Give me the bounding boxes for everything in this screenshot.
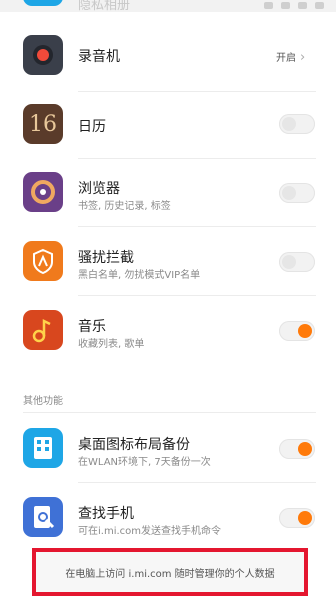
partial-app-label: 隐私相册 bbox=[78, 0, 131, 13]
toggle-knob bbox=[298, 511, 312, 525]
status-icon bbox=[264, 2, 273, 9]
browser-toggle[interactable] bbox=[279, 183, 315, 203]
status-icon bbox=[315, 2, 324, 9]
find-phone-toggle[interactable] bbox=[279, 508, 315, 528]
toggle-knob bbox=[282, 117, 296, 131]
find-phone-title: 查找手机 bbox=[78, 506, 134, 522]
footer-notice-text: 在电脑上访问 i.mi.com 随时管理你的个人数据 bbox=[65, 568, 275, 580]
footer-notice[interactable]: 在电脑上访问 i.mi.com 随时管理你的个人数据 bbox=[32, 548, 308, 596]
divider bbox=[78, 91, 316, 92]
partial-app-icon bbox=[23, 0, 63, 6]
recorder-open-label: 开启 bbox=[276, 53, 296, 64]
status-icon bbox=[298, 2, 307, 9]
toggle-knob bbox=[298, 324, 312, 338]
divider bbox=[78, 158, 316, 159]
list-item-blocker[interactable]: 骚扰拦截 黑白名单, 勿扰模式VIP名单 bbox=[0, 241, 336, 301]
shield-icon bbox=[23, 241, 63, 281]
divider bbox=[23, 412, 316, 413]
section-header-other-features: 其他功能 bbox=[23, 396, 63, 407]
desktop-backup-title: 桌面图标布局备份 bbox=[78, 437, 190, 453]
chevron-right-icon: › bbox=[300, 50, 306, 65]
list-item-desktop-backup[interactable]: 桌面图标布局备份 在WLAN环境下, 7天备份一次 bbox=[0, 428, 336, 488]
music-note-icon bbox=[23, 310, 63, 350]
find-phone-icon bbox=[23, 497, 63, 537]
calendar-title: 日历 bbox=[78, 119, 106, 135]
divider bbox=[78, 295, 316, 296]
desktop-backup-toggle[interactable] bbox=[279, 439, 315, 459]
blocker-title: 骚扰拦截 bbox=[78, 250, 134, 266]
calendar-toggle[interactable] bbox=[279, 114, 315, 134]
recorder-title: 录音机 bbox=[78, 49, 120, 65]
toggle-knob bbox=[282, 255, 296, 269]
list-item-music[interactable]: 音乐 收藏列表, 歌单 bbox=[0, 310, 336, 370]
music-title: 音乐 bbox=[78, 319, 106, 335]
list-item-browser[interactable]: 浏览器 书签, 历史记录, 标签 bbox=[0, 172, 336, 232]
browser-title: 浏览器 bbox=[78, 181, 120, 197]
music-toggle[interactable] bbox=[279, 321, 315, 341]
divider bbox=[78, 482, 316, 483]
recorder-icon bbox=[23, 35, 63, 75]
desktop-layout-icon bbox=[23, 428, 63, 468]
calendar-icon: 16 bbox=[23, 104, 63, 144]
find-phone-subtitle: 可在i.mi.com发送查找手机命令 bbox=[78, 526, 222, 537]
status-icon bbox=[281, 2, 290, 9]
divider bbox=[78, 226, 316, 227]
desktop-backup-subtitle: 在WLAN环境下, 7天备份一次 bbox=[78, 457, 211, 468]
blocker-toggle[interactable] bbox=[279, 252, 315, 272]
calendar-date-text: 16 bbox=[29, 111, 57, 137]
status-icons bbox=[264, 2, 324, 9]
toggle-knob bbox=[282, 186, 296, 200]
list-item-recorder[interactable]: 录音机 开启 › bbox=[0, 35, 336, 95]
music-subtitle: 收藏列表, 歌单 bbox=[78, 339, 145, 350]
toggle-knob bbox=[298, 442, 312, 456]
browser-icon bbox=[23, 172, 63, 212]
list-item-calendar[interactable]: 16 日历 bbox=[0, 104, 336, 164]
recorder-open-button[interactable]: 开启 › bbox=[276, 49, 305, 65]
browser-subtitle: 书签, 历史记录, 标签 bbox=[78, 201, 171, 212]
blocker-subtitle: 黑白名单, 勿扰模式VIP名单 bbox=[78, 270, 201, 281]
